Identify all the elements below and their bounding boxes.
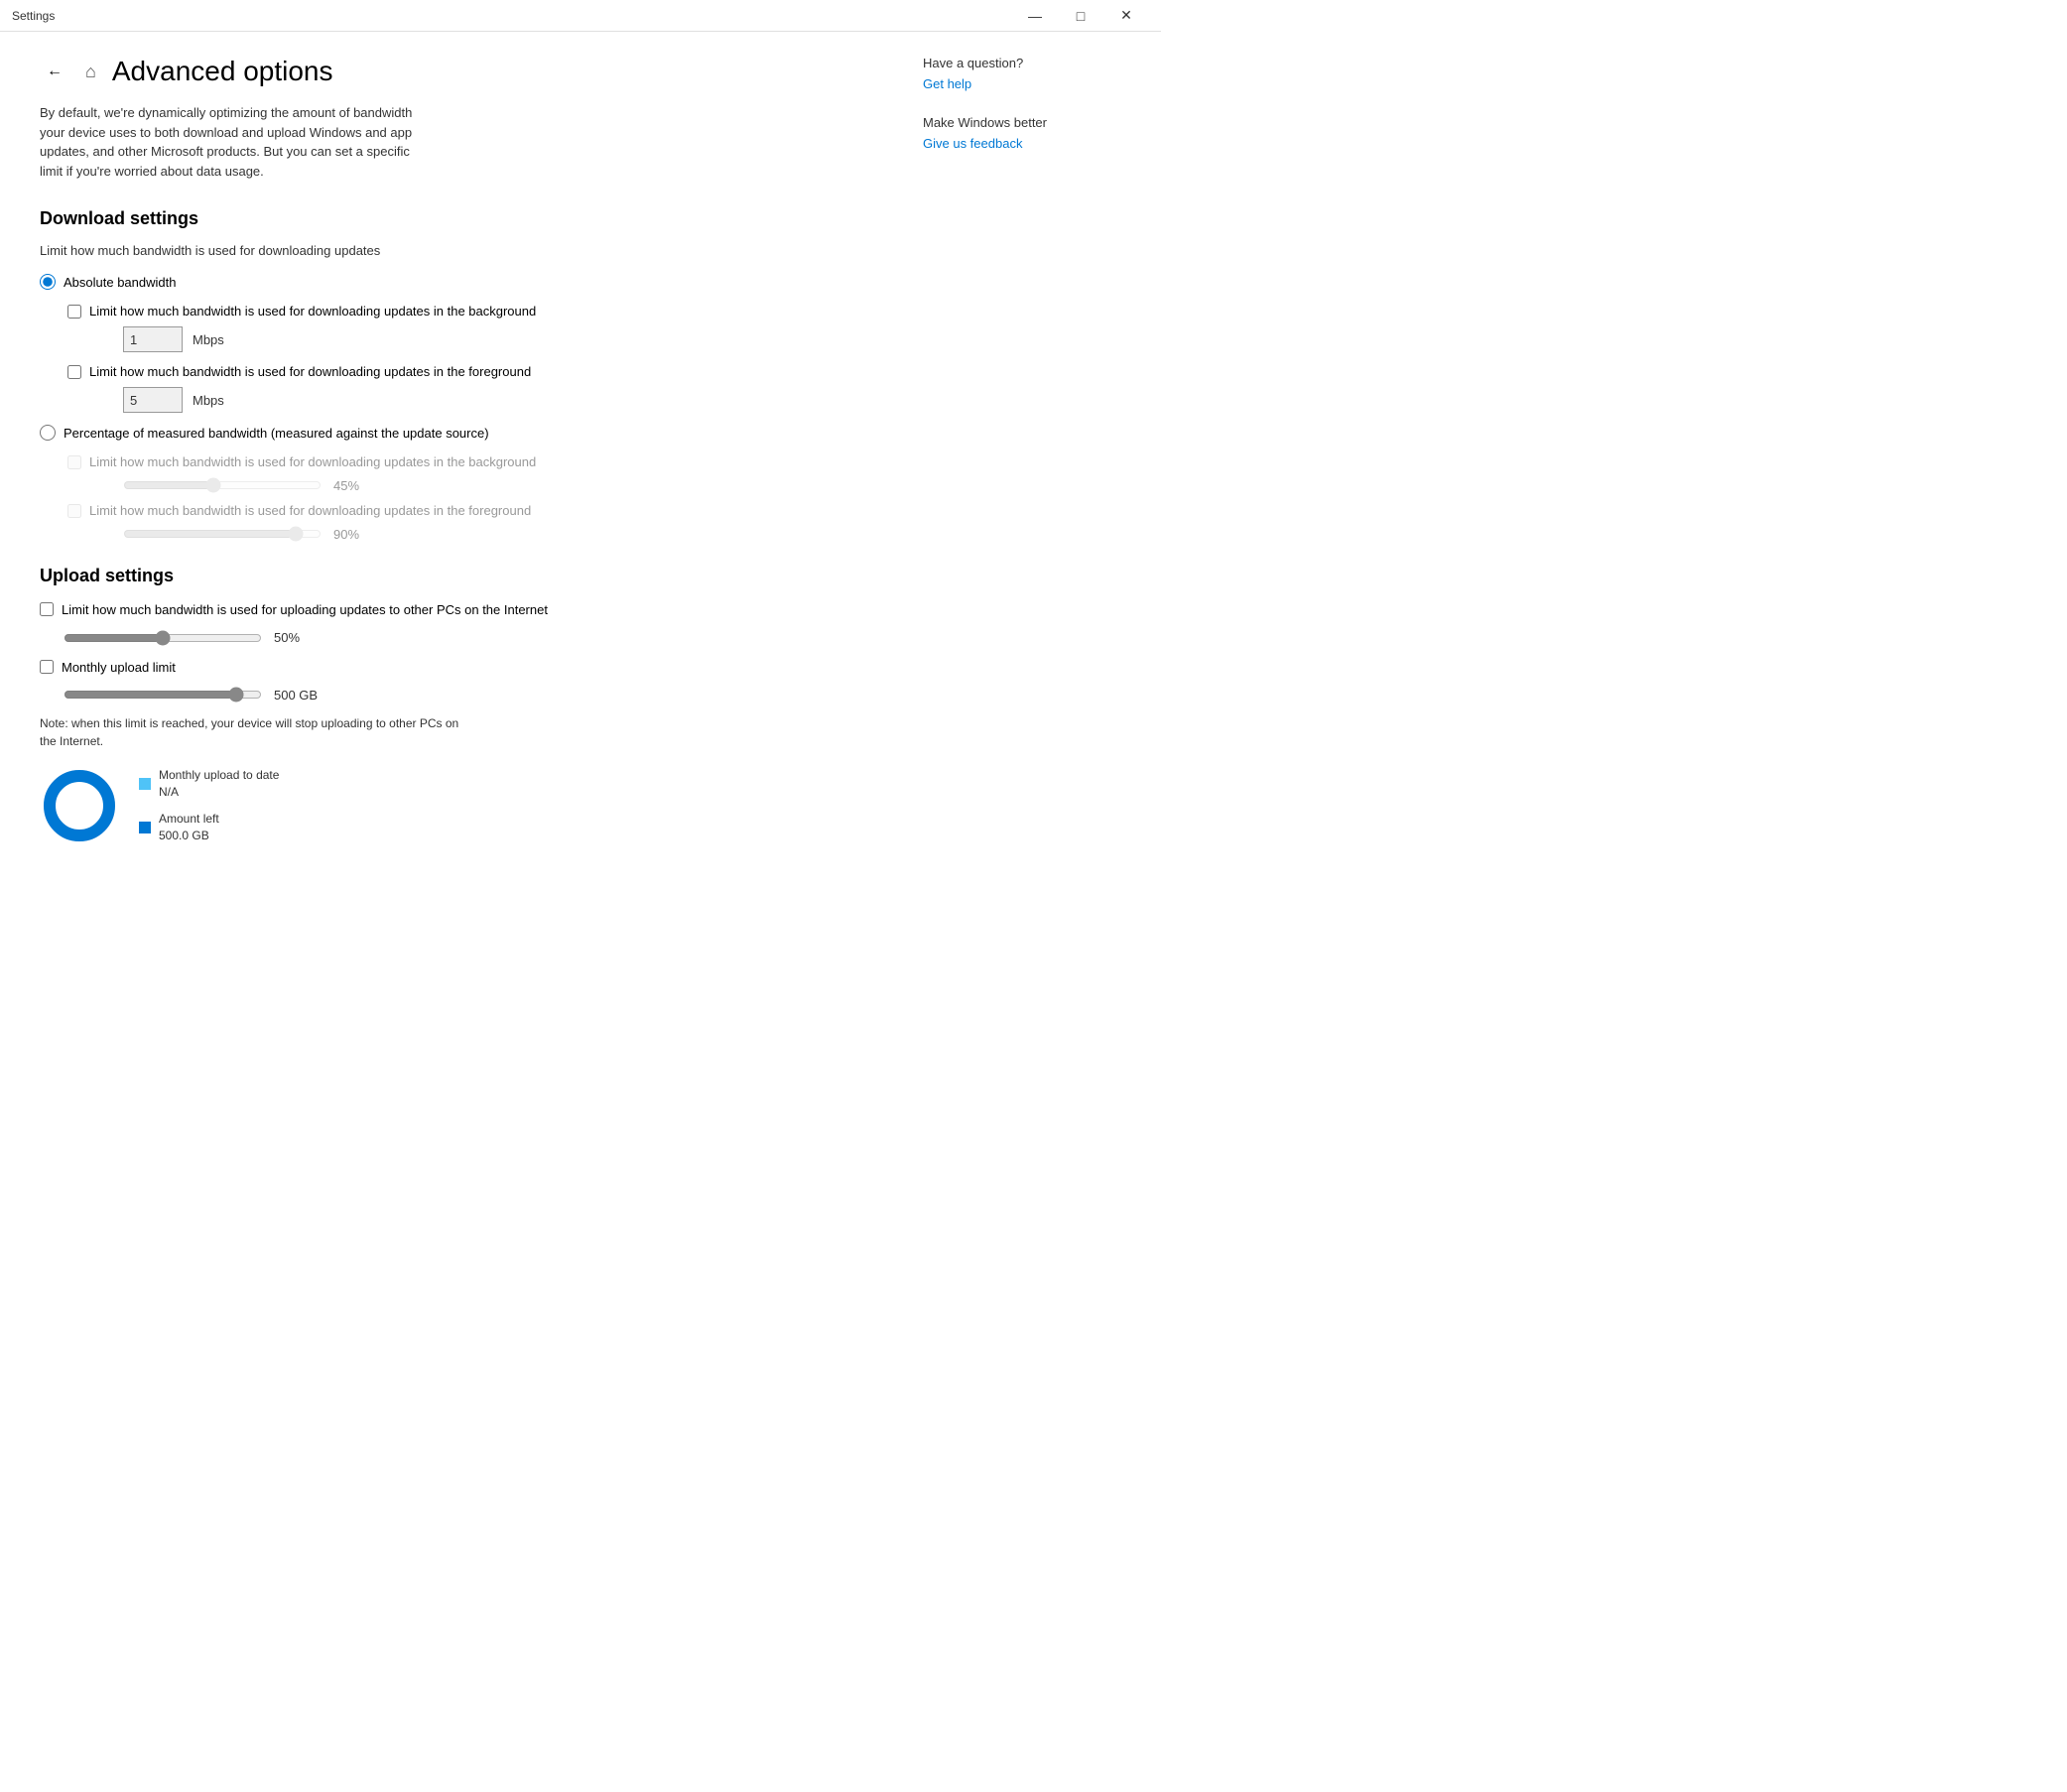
sidebar-help: Have a question? Get help Make Windows b… — [903, 32, 1161, 1008]
absolute-bandwidth-option[interactable]: Absolute bandwidth — [40, 274, 863, 290]
legend-monthly-text: Monthly upload to date N/A — [159, 767, 279, 801]
legend-monthly-dot — [139, 778, 151, 790]
upload-slider-value: 50% — [274, 630, 300, 645]
upload-pcs-checkbox[interactable] — [40, 602, 54, 616]
monthly-limit-row: Monthly upload limit — [40, 658, 863, 678]
monthly-slider[interactable] — [64, 687, 262, 703]
main-panel: ← ⌂ Advanced options By default, we're d… — [0, 32, 903, 1008]
pct-bg-label: Limit how much bandwidth is used for dow… — [89, 454, 536, 469]
download-settings-section: Download settings Limit how much bandwid… — [40, 208, 863, 542]
percentage-bandwidth-radio[interactable] — [40, 425, 56, 441]
upload-slider-row: 50% — [64, 630, 863, 646]
bg-mbps-label: Mbps — [193, 332, 224, 347]
legend-amount-text: Amount left 500.0 GB — [159, 811, 219, 844]
monthly-limit-checkbox[interactable] — [40, 660, 54, 674]
make-better-title: Make Windows better — [923, 115, 1141, 130]
upload-slider[interactable] — [64, 630, 262, 646]
percentage-bandwidth-option[interactable]: Percentage of measured bandwidth (measur… — [40, 425, 863, 441]
feedback-section: Make Windows better Give us feedback — [923, 115, 1141, 151]
monthly-limit-label: Monthly upload limit — [62, 658, 176, 678]
feedback-link[interactable]: Give us feedback — [923, 136, 1141, 151]
monthly-slider-row: 500 GB — [64, 687, 863, 703]
maximize-button[interactable]: □ — [1058, 0, 1103, 32]
fg-checkbox-group: Limit how much bandwidth is used for dow… — [67, 364, 863, 413]
titlebar-left: Settings — [12, 9, 55, 23]
bg-input-row: Mbps — [123, 326, 863, 352]
pct-bg-slider-row: 45% — [123, 477, 863, 493]
minimize-button[interactable]: — — [1012, 0, 1058, 32]
bg-mbps-input[interactable] — [123, 326, 183, 352]
pct-bg-group: Limit how much bandwidth is used for dow… — [67, 454, 863, 493]
pct-fg-group: Limit how much bandwidth is used for dow… — [67, 503, 863, 542]
titlebar-controls: — □ ✕ — [1012, 0, 1149, 32]
get-help-link[interactable]: Get help — [923, 76, 1141, 91]
bg-checkbox-group: Limit how much bandwidth is used for dow… — [67, 304, 863, 352]
download-section-title: Download settings — [40, 208, 863, 229]
home-icon[interactable]: ⌂ — [85, 62, 96, 82]
pct-fg-value: 90% — [333, 527, 359, 542]
absolute-bandwidth-label: Absolute bandwidth — [64, 275, 176, 290]
page-title: Advanced options — [112, 56, 333, 87]
download-section-desc: Limit how much bandwidth is used for dow… — [40, 243, 863, 258]
donut-chart-area: Monthly upload to date N/A Amount left 5… — [40, 766, 863, 845]
upload-pcs-label: Limit how much bandwidth is used for upl… — [62, 600, 548, 620]
back-button[interactable]: ← — [40, 57, 69, 86]
pct-bg-slider[interactable] — [123, 477, 322, 493]
pct-fg-label: Limit how much bandwidth is used for dow… — [89, 503, 531, 518]
fg-mbps-label: Mbps — [193, 393, 224, 408]
absolute-bandwidth-radio[interactable] — [40, 274, 56, 290]
fg-mbps-input[interactable] — [123, 387, 183, 413]
pct-bg-checkbox[interactable] — [67, 455, 81, 469]
legend-amount-dot — [139, 822, 151, 833]
pct-bg-checkbox-row: Limit how much bandwidth is used for dow… — [67, 454, 863, 469]
bg-download-checkbox[interactable] — [67, 305, 81, 319]
pct-fg-checkbox-row: Limit how much bandwidth is used for dow… — [67, 503, 863, 518]
percentage-bandwidth-label: Percentage of measured bandwidth (measur… — [64, 426, 489, 441]
pct-bg-value: 45% — [333, 478, 359, 493]
get-help-section: Have a question? Get help — [923, 56, 1141, 91]
fg-download-checkbox[interactable] — [67, 365, 81, 379]
monthly-note: Note: when this limit is reached, your d… — [40, 714, 476, 750]
fg-input-row: Mbps — [123, 387, 863, 413]
bg-download-checkbox-row: Limit how much bandwidth is used for dow… — [67, 304, 863, 319]
monthly-slider-value: 500 GB — [274, 688, 318, 703]
legend-amount-left: Amount left 500.0 GB — [139, 811, 279, 844]
upload-settings-section: Upload settings Limit how much bandwidth… — [40, 566, 863, 845]
upload-section-title: Upload settings — [40, 566, 863, 586]
pct-fg-checkbox[interactable] — [67, 504, 81, 518]
upload-pcs-row: Limit how much bandwidth is used for upl… — [40, 600, 863, 620]
pct-fg-slider-row: 90% — [123, 526, 863, 542]
fg-download-checkbox-row: Limit how much bandwidth is used for dow… — [67, 364, 863, 379]
fg-download-label: Limit how much bandwidth is used for dow… — [89, 364, 531, 379]
close-button[interactable]: ✕ — [1103, 0, 1149, 32]
question-title: Have a question? — [923, 56, 1141, 70]
pct-fg-slider[interactable] — [123, 526, 322, 542]
donut-legend: Monthly upload to date N/A Amount left 5… — [139, 767, 279, 843]
titlebar: Settings — □ ✕ — [0, 0, 1161, 32]
donut-chart — [40, 766, 119, 845]
bg-download-label: Limit how much bandwidth is used for dow… — [89, 304, 536, 319]
legend-monthly-upload: Monthly upload to date N/A — [139, 767, 279, 801]
content-area: ← ⌂ Advanced options By default, we're d… — [0, 32, 1161, 1008]
titlebar-title: Settings — [12, 9, 55, 23]
page-header: ← ⌂ Advanced options — [40, 56, 863, 87]
page-description: By default, we're dynamically optimizing… — [40, 103, 417, 181]
